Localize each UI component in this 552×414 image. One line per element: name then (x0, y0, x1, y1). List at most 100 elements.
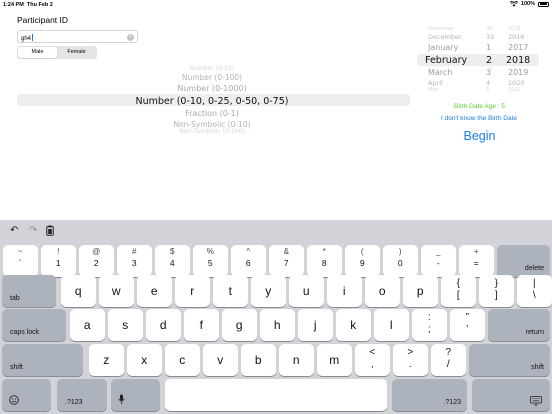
month-selected[interactable]: February (425, 55, 467, 66)
key-e[interactable]: e (137, 275, 172, 307)
participant-id-input[interactable]: gh4 × (17, 30, 138, 43)
redo-icon[interactable]: ↷ (29, 225, 37, 236)
dictation-key[interactable] (111, 379, 160, 411)
return-key[interactable]: return (488, 309, 550, 341)
key-4[interactable]: $4 (155, 245, 190, 277)
year-item[interactable]: 2020 (508, 79, 525, 87)
key-0[interactable]: ) 0 (383, 245, 418, 277)
key-][interactable]: }] (479, 275, 514, 307)
paste-icon[interactable] (46, 225, 54, 236)
task-picker-item[interactable]: Number (0-10) (0, 65, 424, 72)
year-item[interactable]: 2016 (508, 33, 525, 41)
key-h[interactable]: h (260, 309, 295, 341)
key-v[interactable]: v (203, 344, 238, 376)
month-item[interactable]: January (428, 43, 458, 52)
shift-key-right[interactable]: shift (469, 344, 550, 376)
month-item[interactable]: March (428, 68, 452, 77)
key-6[interactable]: ^ 6 (231, 245, 266, 277)
clear-icon[interactable]: × (127, 33, 134, 41)
day-item[interactable]: 5 (486, 87, 489, 93)
emoji-key[interactable] (2, 379, 51, 411)
key-q[interactable]: q (61, 275, 96, 307)
key-g[interactable]: g (222, 309, 257, 341)
key-1[interactable]: ! 1 (41, 245, 76, 277)
key-t[interactable]: t (213, 275, 248, 307)
undo-icon[interactable]: ↶ (10, 225, 18, 236)
key-f[interactable]: f (184, 309, 219, 341)
key-d[interactable]: d (146, 309, 181, 341)
key-m[interactable]: m (317, 344, 352, 376)
day-item[interactable]: 31 (486, 33, 494, 41)
key-y[interactable]: y (251, 275, 286, 307)
date-picker-row[interactable]: December 31 2016 (417, 33, 539, 43)
month-item[interactable]: November (428, 26, 454, 32)
unknown-birth-date-link[interactable]: I don't know the Birth Date (425, 115, 533, 122)
gender-segmented-control[interactable]: Male Female (17, 46, 97, 59)
begin-button[interactable]: Begin (440, 129, 519, 143)
key-3[interactable]: #3 (117, 245, 152, 277)
key-b[interactable]: b (241, 344, 276, 376)
key-;[interactable]: :; (412, 309, 447, 341)
key-7[interactable]: & 7 (269, 245, 304, 277)
key-u[interactable]: u (289, 275, 324, 307)
date-picker-row[interactable]: May 5 2021 (417, 87, 539, 97)
key-c[interactable]: c (165, 344, 200, 376)
key-s[interactable]: s (108, 309, 143, 341)
day-selected[interactable]: 2 (486, 55, 492, 66)
numbers-key-left[interactable]: .?123 (57, 379, 107, 411)
key-5[interactable]: % 5 (193, 245, 228, 277)
date-picker-row[interactable]: January 1 2017 (417, 43, 539, 53)
key--[interactable]: _ - (421, 245, 456, 277)
key-i[interactable]: i (327, 275, 362, 307)
key-’[interactable]: ”’ (450, 309, 485, 341)
key-x[interactable]: x (127, 344, 162, 376)
day-item[interactable]: 30 (486, 26, 492, 32)
year-item[interactable]: 2021 (508, 87, 521, 93)
key-z[interactable]: z (89, 344, 124, 376)
key-[[interactable]: {[ (441, 275, 476, 307)
day-item[interactable]: 4 (486, 79, 490, 87)
key-`[interactable]: ~ ` (3, 245, 38, 277)
key-8[interactable]: * 8 (307, 245, 342, 277)
date-picker-row[interactable]: March 3 2019 (417, 68, 539, 78)
segment-male[interactable]: Male (18, 47, 57, 58)
key-2[interactable]: @2 (79, 245, 114, 277)
task-picker-item[interactable]: Number (0-100) (0, 73, 424, 82)
key-l[interactable]: l (374, 309, 409, 341)
key-w[interactable]: w (99, 275, 134, 307)
task-picker-item[interactable]: Number (0-1000) (0, 84, 424, 93)
key-=[interactable]: + = (459, 245, 494, 277)
year-item[interactable]: 2015 (508, 26, 521, 32)
caps-lock-key[interactable]: caps lock (2, 309, 66, 341)
key-9[interactable]: (9 (345, 245, 380, 277)
day-item[interactable]: 1 (486, 43, 491, 52)
month-item[interactable]: December (428, 33, 462, 41)
date-picker-row-selected[interactable]: February 2 2018 (417, 55, 539, 66)
delete-key[interactable]: delete (497, 245, 550, 277)
year-item[interactable]: 2019 (508, 68, 528, 77)
birth-date-picker[interactable]: November 30 2015 December 31 2016 Januar… (417, 26, 539, 98)
task-picker-item-selected[interactable]: Number (0-10, 0-25, 0-50, 0-75) (0, 96, 424, 107)
key-a[interactable]: a (70, 309, 105, 341)
key-.[interactable]: >. (393, 344, 428, 376)
month-item[interactable]: April (428, 79, 443, 87)
key-j[interactable]: j (298, 309, 333, 341)
shift-key-left[interactable]: shift (2, 344, 83, 376)
year-selected[interactable]: 2018 (506, 55, 530, 66)
key-p[interactable]: p (403, 275, 438, 307)
dismiss-keyboard-key[interactable] (472, 379, 550, 411)
month-item[interactable]: May (428, 87, 438, 93)
key-,[interactable]: <, (355, 344, 390, 376)
day-item[interactable]: 3 (486, 68, 491, 77)
key-/[interactable]: ? / (431, 344, 466, 376)
space-key[interactable] (165, 379, 387, 411)
key-r[interactable]: r (175, 275, 210, 307)
task-picker-item[interactable]: Non-Symbolic (0-100) (0, 128, 424, 135)
tab-key[interactable]: tab (2, 275, 56, 307)
key-k[interactable]: k (336, 309, 371, 341)
key-\[interactable]: | \ (517, 275, 552, 307)
key-n[interactable]: n (279, 344, 314, 376)
numbers-key-right[interactable]: .?123 (392, 379, 467, 411)
segment-female[interactable]: Female (57, 47, 96, 58)
key-o[interactable]: o (365, 275, 400, 307)
